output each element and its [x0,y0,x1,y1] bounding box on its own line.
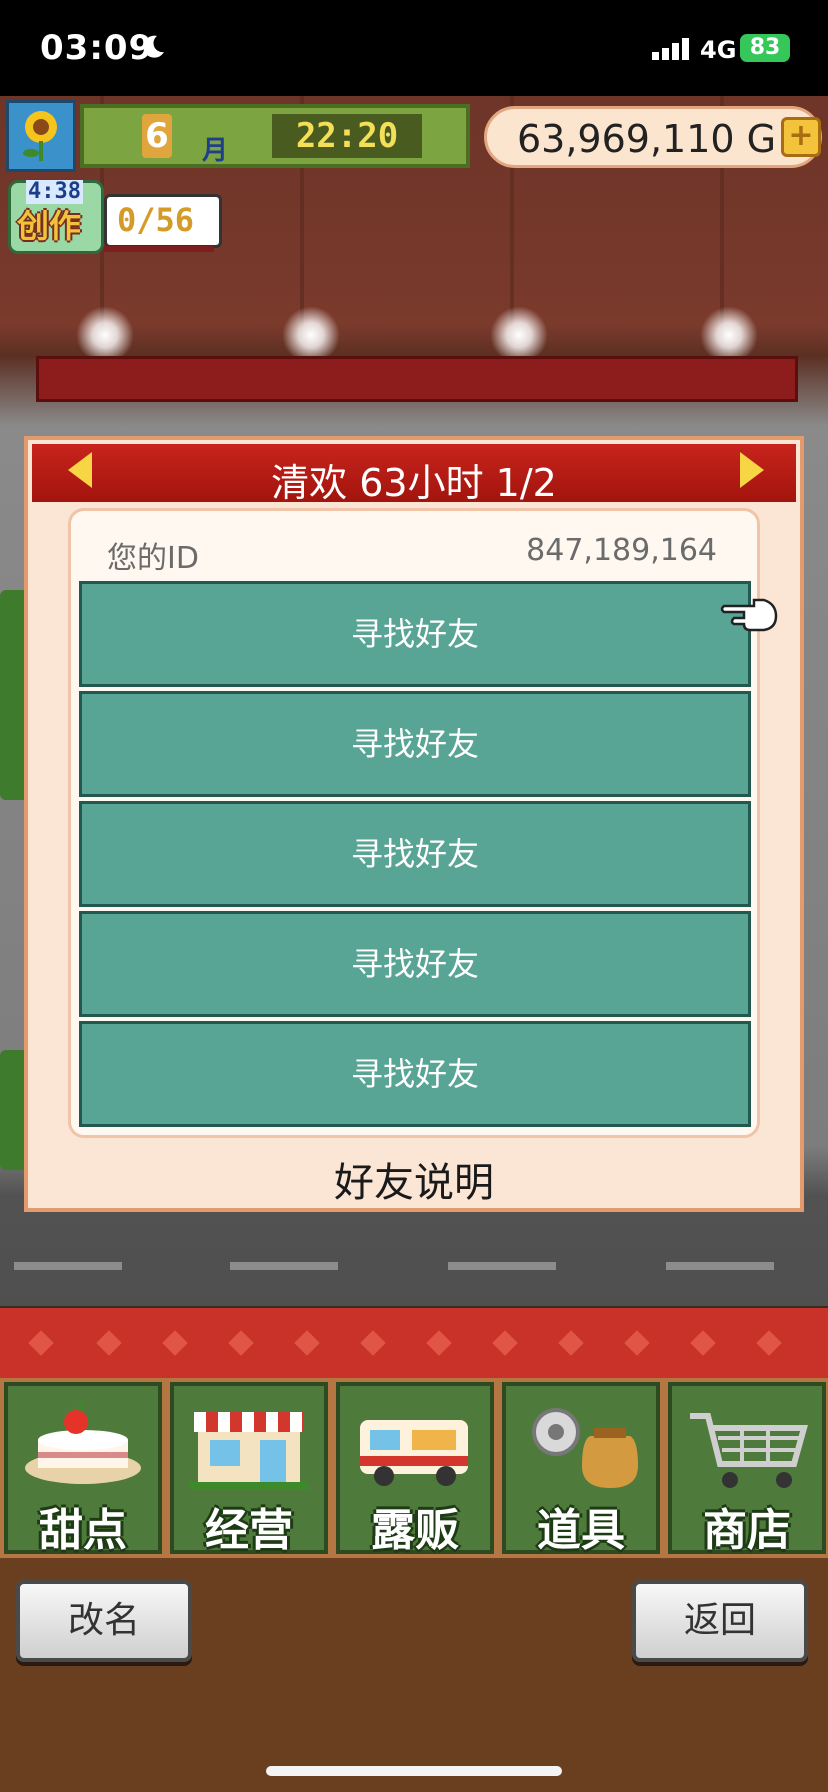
back-button[interactable]: 返回 [632,1580,808,1662]
create-label: 创作 [17,207,82,245]
find-friend-button[interactable]: 寻找好友 [79,691,751,797]
shopping-cart-icon [690,1413,808,1488]
month-number: 6 [142,114,172,158]
road-stripe [448,1262,556,1270]
menu-stall-button[interactable]: 露贩 [336,1382,494,1556]
game-clock: 22:20 [272,114,422,158]
road-stripe [14,1262,122,1270]
food-truck-icon [360,1420,468,1486]
find-friend-button[interactable]: 寻找好友 [79,581,751,687]
signal-icon [652,38,689,60]
calendar-panel: 6 月 22:20 [80,104,470,168]
home-indicator[interactable] [266,1766,562,1776]
cake-icon [25,1402,141,1484]
add-money-button[interactable]: + [781,117,821,157]
user-id-label: 您的ID [107,541,199,576]
menu-label: 露贩 [371,1505,459,1556]
menu-label: 经营 [205,1505,293,1556]
menu-label: 道具 [537,1505,625,1556]
create-count: 0/56 [117,201,195,239]
shop-sign-bar [36,356,798,402]
road-stripe [666,1262,774,1270]
menu-manage-button[interactable]: 经营 [170,1382,328,1556]
season-badge[interactable] [6,100,76,172]
find-friend-button[interactable]: 寻找好友 [79,911,751,1017]
friend-help-link[interactable]: 好友说明 [28,1150,800,1208]
create-progress: 0/56 [104,194,222,248]
network-label: 4G [700,36,737,64]
user-id-value: 847,189,164 [526,533,717,568]
shop-icon [190,1412,308,1490]
next-page-arrow-icon[interactable] [740,452,764,488]
month-unit: 月 [202,136,229,166]
create-progress-bar [104,246,214,252]
status-bar: 03:09 4G 83 [0,0,828,96]
road-stripe [230,1262,338,1270]
find-friend-button[interactable]: 寻找好友 [79,801,751,907]
status-time: 03:09 [40,28,154,68]
rename-button[interactable]: 改名 [16,1580,192,1662]
moon-icon [143,35,164,58]
friend-slots: 寻找好友 寻找好友 寻找好友 寻找好友 寻找好友 [79,581,755,1131]
dialog-header: 清欢 63小时 1/2 [32,444,796,505]
sunflower-icon [23,111,57,161]
battery-icon: 83 [740,34,790,62]
friend-list: 您的ID 847,189,164 寻找好友 寻找好友 寻找好友 寻找好友 寻找好… [68,508,760,1138]
money-value: 63,969,110 G [517,117,777,161]
pointer-hand-icon [720,598,778,632]
menu-store-button[interactable]: 商店 [668,1382,826,1556]
menu-label: 商店 [703,1505,791,1556]
menu-items-button[interactable]: 道具 [502,1382,660,1556]
money-panel: 63,969,110 G + [484,106,822,168]
menu-label: 甜点 [39,1505,127,1556]
items-bag-icon [532,1408,638,1488]
friend-dialog: 清欢 63小时 1/2 您的ID 847,189,164 寻找好友 寻找好友 寻… [24,436,804,1212]
dialog-title: 清欢 63小时 1/2 [271,461,557,505]
create-timer: 4:38 [26,179,83,204]
menu-dessert-button[interactable]: 甜点 [4,1382,162,1556]
find-friend-button[interactable]: 寻找好友 [79,1021,751,1127]
